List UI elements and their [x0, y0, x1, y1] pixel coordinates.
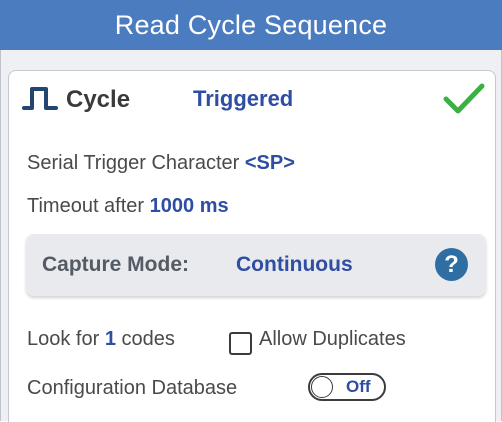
- serial-trigger-row: Serial Trigger Character <SP>: [27, 152, 295, 175]
- codes-count[interactable]: 1: [105, 328, 116, 350]
- toggle-knob: [311, 376, 333, 398]
- pulse-icon: [22, 87, 58, 110]
- allow-duplicates-label[interactable]: Allow Duplicates: [259, 328, 406, 351]
- timeout-row: Timeout after 1000 ms: [27, 195, 229, 218]
- config-db-row: Configuration Database: [27, 377, 237, 400]
- config-db-toggle[interactable]: Off: [308, 373, 386, 401]
- codes-prefix: Look for: [27, 328, 100, 350]
- serial-trigger-value[interactable]: <SP>: [245, 152, 295, 174]
- panel-title: Read Cycle Sequence: [114, 9, 388, 40]
- cycle-mode-value[interactable]: Triggered: [193, 86, 293, 112]
- codes-suffix: codes: [121, 328, 175, 350]
- codes-row: Look for 1 codes: [27, 328, 175, 351]
- capture-mode-value[interactable]: Continuous: [236, 253, 353, 277]
- toggle-state-text: Off: [346, 377, 371, 396]
- check-icon: [443, 83, 485, 114]
- serial-trigger-label: Serial Trigger Character: [27, 152, 240, 174]
- capture-mode-label: Capture Mode:: [42, 253, 189, 276]
- help-icon[interactable]: ?: [435, 248, 468, 281]
- timeout-label: Timeout after: [27, 195, 145, 217]
- allow-duplicates-checkbox[interactable]: [229, 332, 252, 355]
- timeout-value[interactable]: 1000 ms: [150, 195, 229, 217]
- panel-header: Read Cycle Sequence: [0, 0, 502, 51]
- capture-mode-box: Capture Mode: Continuous ?: [26, 234, 486, 296]
- cycle-label: Cycle: [66, 86, 131, 113]
- config-db-label: Configuration Database: [27, 377, 238, 399]
